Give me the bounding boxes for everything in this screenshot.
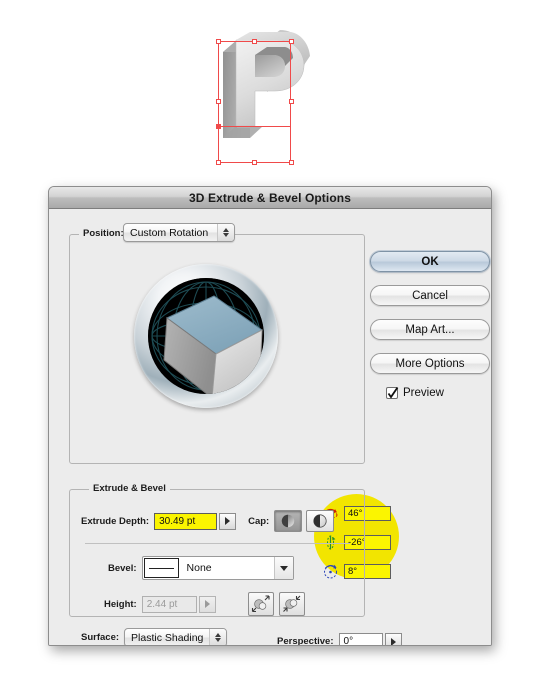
bevel-extent-in-button[interactable] — [278, 592, 305, 616]
cap-solid-icon — [282, 514, 295, 528]
selection-handle-bottom-right[interactable] — [289, 160, 294, 165]
position-group-label: Position: — [79, 228, 128, 239]
artboard-canvas — [0, 0, 542, 182]
surface-label: Surface: — [81, 632, 120, 643]
bevel-label: Bevel: — [108, 562, 137, 574]
extrude-depth-field[interactable]: 30.49 pt — [154, 512, 218, 530]
cancel-button[interactable]: Cancel — [370, 285, 490, 306]
chevron-down-icon — [273, 557, 293, 579]
preview-checkbox[interactable] — [386, 387, 399, 399]
perspective-field[interactable]: 0° — [338, 633, 383, 645]
more-options-button[interactable]: More Options — [370, 353, 490, 374]
bevel-dropdown[interactable]: None — [141, 556, 294, 580]
cap-hollow-icon — [313, 514, 327, 528]
artwork-container — [205, 10, 320, 165]
surface-value: Plastic Shading — [131, 631, 204, 644]
bevel-height-label: Height: — [104, 598, 137, 610]
dialog-title: 3D Extrude & Bevel Options — [189, 190, 351, 205]
extrude-depth-row: Extrude Depth: 30.49 pt Cap: — [81, 510, 335, 532]
trackball-sphere[interactable] — [148, 278, 264, 394]
extrude-bevel-dialog: 3D Extrude & Bevel Options Position: Cus… — [48, 186, 492, 646]
stepper-arrows-icon — [217, 224, 234, 241]
bevel-extent-in-icon — [282, 595, 301, 612]
selection-handle-bottom-center[interactable] — [252, 160, 257, 165]
bevel-extent-out-icon — [251, 595, 270, 613]
extrude-depth-stepper-button[interactable] — [219, 512, 237, 530]
dialog-body: Position: Custom Rotation 46° -26° 8° Pe… — [49, 209, 491, 646]
perspective-stepper-button[interactable] — [384, 633, 402, 645]
perspective-row: Perspective: 0° — [277, 633, 402, 646]
selection-bounding-box[interactable] — [218, 41, 291, 163]
map-art-button[interactable]: Map Art... — [370, 319, 490, 340]
dialog-titlebar[interactable]: 3D Extrude & Bevel Options — [49, 187, 491, 209]
position-preset-value: Custom Rotation — [130, 226, 209, 239]
bevel-row: Bevel: None — [108, 556, 294, 580]
selection-handle-top-right[interactable] — [289, 39, 294, 44]
selection-baseline — [218, 126, 291, 127]
bevel-extent-out-button[interactable] — [247, 592, 274, 616]
bevel-height-stepper-button[interactable] — [198, 595, 216, 613]
cap-label: Cap: — [248, 515, 270, 527]
ok-button[interactable]: OK — [370, 251, 490, 272]
cap-hollow-button[interactable] — [306, 510, 335, 532]
surface-dropdown[interactable]: Plastic Shading — [124, 628, 228, 645]
selection-handle-top-center[interactable] — [252, 39, 257, 44]
selection-handle-middle-left[interactable] — [216, 99, 221, 104]
rotation-cube-icon — [163, 295, 263, 394]
extrude-bevel-group-label: Extrude & Bevel — [89, 483, 170, 494]
selection-anchor-point[interactable] — [216, 124, 221, 129]
extrude-section-divider — [85, 543, 350, 544]
preview-label: Preview — [403, 387, 444, 399]
perspective-label: Perspective: — [277, 636, 334, 646]
selection-handle-middle-right[interactable] — [289, 99, 294, 104]
surface-stepper-arrows-icon — [209, 629, 227, 645]
surface-row: Surface: Plastic Shading — [81, 628, 228, 645]
selection-handle-top-left[interactable] — [216, 39, 221, 44]
selection-handle-bottom-left[interactable] — [216, 160, 221, 165]
bevel-height-field[interactable]: 2.44 pt — [141, 595, 197, 613]
position-preset-dropdown[interactable]: Custom Rotation — [123, 223, 235, 242]
bevel-height-row: Height: 2.44 pt — [104, 592, 305, 616]
cap-solid-button[interactable] — [274, 510, 303, 532]
rotation-trackball-widget[interactable] — [134, 264, 278, 408]
preview-row: Preview — [386, 387, 444, 399]
extrude-depth-label: Extrude Depth: — [81, 515, 150, 527]
checkmark-icon — [387, 387, 399, 399]
bevel-preview-swatch — [143, 558, 179, 578]
bevel-value: None — [186, 562, 212, 574]
